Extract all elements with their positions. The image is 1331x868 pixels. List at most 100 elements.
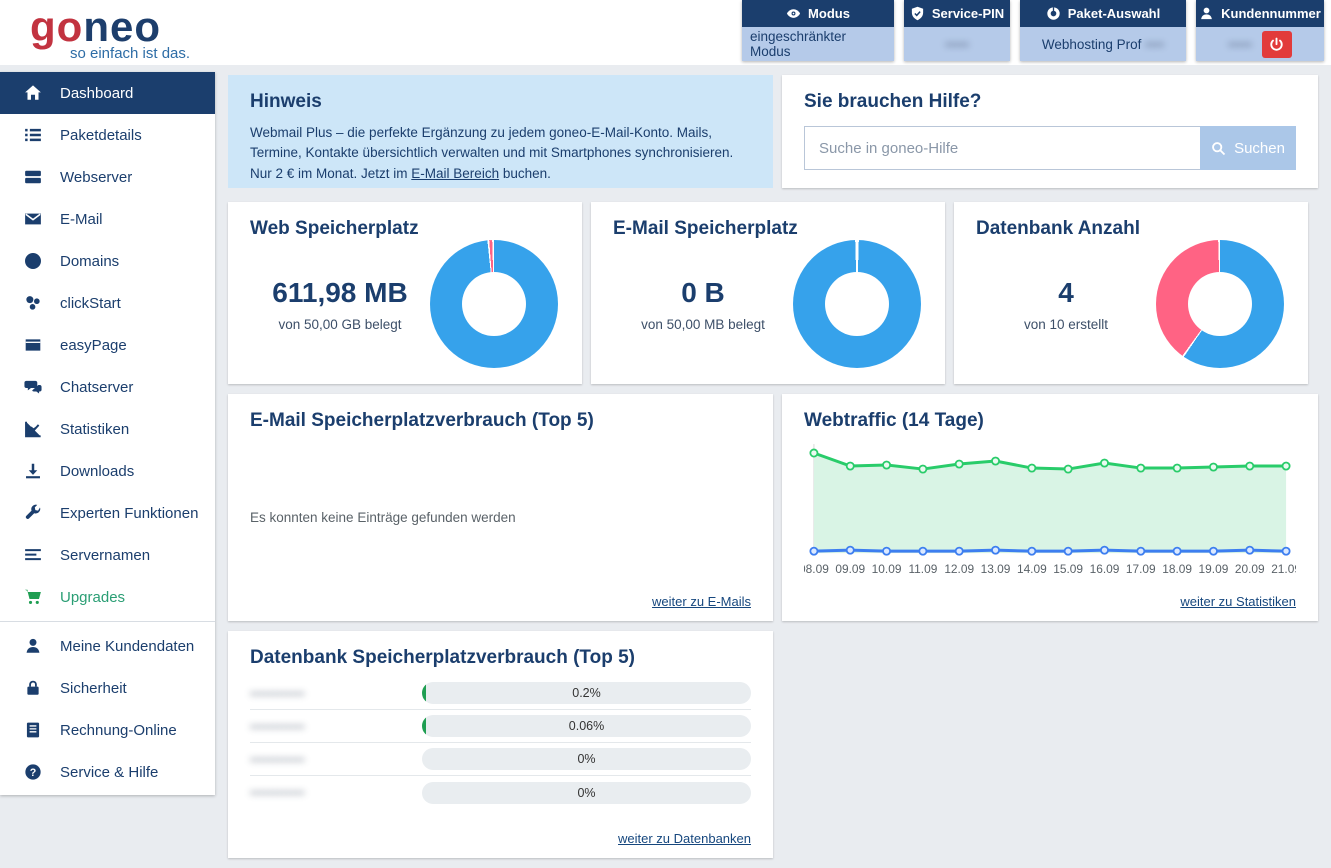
webtraffic-line-chart: 08.0909.0910.0911.0912.0913.0914.0915.09… <box>804 440 1296 583</box>
db-name-masked: •••••••••••• <box>250 686 422 701</box>
main-content: Hinweis Webmail Plus – die perfekte Ergä… <box>228 75 1318 868</box>
email-top5-title: E-Mail Speicherplatzverbrauch (Top 5) <box>250 410 751 432</box>
web-speicherplatz-value: 611,98 MB <box>250 277 430 309</box>
search-icon <box>1211 141 1226 156</box>
top-bar: goneo so einfach ist das. Modus eingesch… <box>0 0 1331 65</box>
shield-icon <box>910 6 925 21</box>
db-name-masked: •••••••••••• <box>250 719 422 734</box>
paket-auswahl-label: Paket-Auswahl <box>1068 6 1160 21</box>
sidebar-item-experten-funktionen[interactable]: Experten Funktionen <box>0 492 215 534</box>
paket-auswahl-header[interactable]: Paket-Auswahl <box>1020 0 1186 27</box>
db-usage-progress-bar: 0.06% <box>422 715 751 737</box>
sidebar-item-upgrades[interactable]: Upgrades <box>0 576 215 618</box>
web-speicherplatz-title: Web Speicherplatz <box>250 218 560 240</box>
cluster-icon <box>24 294 42 312</box>
web-speicherplatz-caption: von 50,00 GB belegt <box>250 317 430 332</box>
sidebar-item-servernamen[interactable]: Servernamen <box>0 534 215 576</box>
sidebar-item-paketdetails[interactable]: Paketdetails <box>0 114 215 156</box>
db-usage-percent-label: 0% <box>577 752 595 766</box>
sidebar-item-clickstart[interactable]: clickStart <box>0 282 215 324</box>
globe-icon <box>24 252 42 270</box>
sidebar-item-e-mail[interactable]: E-Mail <box>0 198 215 240</box>
sidebar-item-webserver[interactable]: Webserver <box>0 156 215 198</box>
web-speicherplatz-card: Web Speicherplatz 611,98 MB von 50,00 GB… <box>228 202 582 384</box>
help-search-input[interactable] <box>804 126 1200 170</box>
paket-auswahl-value: Webhosting Prof <box>1042 37 1142 52</box>
email-top5-card: E-Mail Speicherplatzverbrauch (Top 5) Es… <box>228 394 773 621</box>
sidebar-item-label: Servernamen <box>60 547 150 564</box>
svg-text:10.09: 10.09 <box>872 562 902 576</box>
sidebar-item-chatserver[interactable]: Chatserver <box>0 366 215 408</box>
svg-text:08.09: 08.09 <box>804 562 829 576</box>
sidebar-item-rechnung-online[interactable]: Rechnung-Online <box>0 709 215 751</box>
cart-icon <box>24 588 42 606</box>
modus-value: eingeschränkter Modus <box>750 29 886 59</box>
email-speicherplatz-value: 0 B <box>613 277 793 309</box>
web-speicherplatz-donut-chart <box>430 240 558 368</box>
kundennummer-box: Kundennummer ••••• <box>1196 0 1324 61</box>
logo-neo: neo <box>83 3 161 50</box>
paket-auswahl-masked: •••• <box>1145 37 1164 52</box>
sidebar: DashboardPaketdetailsWebserverE-Mail Doma… <box>0 72 215 795</box>
svg-text:17.09: 17.09 <box>1126 562 1156 576</box>
sidebar-item-statistiken[interactable]: Statistiken <box>0 408 215 450</box>
logout-power-button[interactable] <box>1262 31 1292 58</box>
lock-icon <box>24 679 42 697</box>
modus-header[interactable]: Modus <box>742 0 894 27</box>
sidebar-item-label: Chatserver <box>60 379 133 396</box>
search-button-label: Suchen <box>1234 140 1285 157</box>
weiter-zu-statistiken-link[interactable]: weiter zu Statistiken <box>1180 594 1296 609</box>
sidebar-item-domains[interactable]: Domains <box>0 240 215 282</box>
email-bereich-link[interactable]: E-Mail Bereich <box>411 166 499 181</box>
sidebar-item-label: Domains <box>60 253 119 270</box>
weiter-zu-datenbanken-link[interactable]: weiter zu Datenbanken <box>618 831 751 846</box>
kundennummer-value: ••••• <box>1228 37 1252 52</box>
list-icon <box>24 126 42 144</box>
db-usage-row: ••••••••••••0% <box>250 776 751 809</box>
sidebar-item-easypage[interactable]: easyPage <box>0 324 215 366</box>
sidebar-item-label: clickStart <box>60 295 121 312</box>
svg-text:15.09: 15.09 <box>1053 562 1083 576</box>
sidebar-item-meine-kundendaten[interactable]: Meine Kundendaten <box>0 625 215 667</box>
datenbank-anzahl-value: 4 <box>976 277 1156 309</box>
server-icon <box>24 168 42 186</box>
kundennummer-header[interactable]: Kundennummer <box>1196 0 1324 27</box>
svg-text:16.09: 16.09 <box>1090 562 1120 576</box>
db-usage-percent-label: 0.06% <box>569 719 604 733</box>
svg-text:12.09: 12.09 <box>944 562 974 576</box>
svg-text:11.09: 11.09 <box>908 562 937 576</box>
svg-text:13.09: 13.09 <box>981 562 1011 576</box>
db-name-masked: •••••••••••• <box>250 752 422 767</box>
db-usage-fill <box>422 715 426 737</box>
db-usage-progress-bar: 0.2% <box>422 682 751 704</box>
hinweis-title: Hinweis <box>250 91 751 113</box>
sidebar-item-label: Meine Kundendaten <box>60 638 194 655</box>
webtraffic-card: Webtraffic (14 Tage) 08.0909.0910.0911.0… <box>782 394 1318 621</box>
sidebar-item-label: Statistiken <box>60 421 129 438</box>
wrench-icon <box>24 504 42 522</box>
lines-icon <box>24 546 42 564</box>
svg-text:21.09: 21.09 <box>1271 562 1296 576</box>
db-usage-progress-bar: 0% <box>422 782 751 804</box>
sidebar-item-sicherheit[interactable]: Sicherheit <box>0 667 215 709</box>
invoice-icon <box>24 721 42 739</box>
weiter-zu-emails-link[interactable]: weiter zu E-Mails <box>652 594 751 609</box>
svg-text:19.09: 19.09 <box>1199 562 1229 576</box>
service-pin-header[interactable]: Service-PIN <box>904 0 1010 27</box>
db-usage-rows: ••••••••••••0.2%••••••••••••0.06%•••••••… <box>250 677 751 809</box>
help-search-button[interactable]: Suchen <box>1200 126 1296 170</box>
sidebar-item-dashboard[interactable]: Dashboard <box>0 72 215 114</box>
db-top5-title: Datenbank Speicherplatzverbrauch (Top 5) <box>250 647 751 669</box>
hinweis-text-after: buchen. <box>499 166 551 181</box>
sidebar-item-downloads[interactable]: Downloads <box>0 450 215 492</box>
chat-icon <box>24 378 42 396</box>
sidebar-item-service-hilfe[interactable]: ?Service & Hilfe <box>0 751 215 793</box>
mail-icon <box>24 210 42 228</box>
service-pin-value: ••••• <box>945 37 969 52</box>
sidebar-item-label: Experten Funktionen <box>60 505 198 522</box>
paket-auswahl-box: Paket-Auswahl Webhosting Prof •••• <box>1020 0 1186 61</box>
db-usage-row: •••••••••••• 0.06% <box>250 710 751 743</box>
sidebar-item-label: Sicherheit <box>60 680 127 697</box>
sidebar-item-label: Downloads <box>60 463 134 480</box>
email-speicherplatz-card: E-Mail Speicherplatz 0 B von 50,00 MB be… <box>591 202 945 384</box>
